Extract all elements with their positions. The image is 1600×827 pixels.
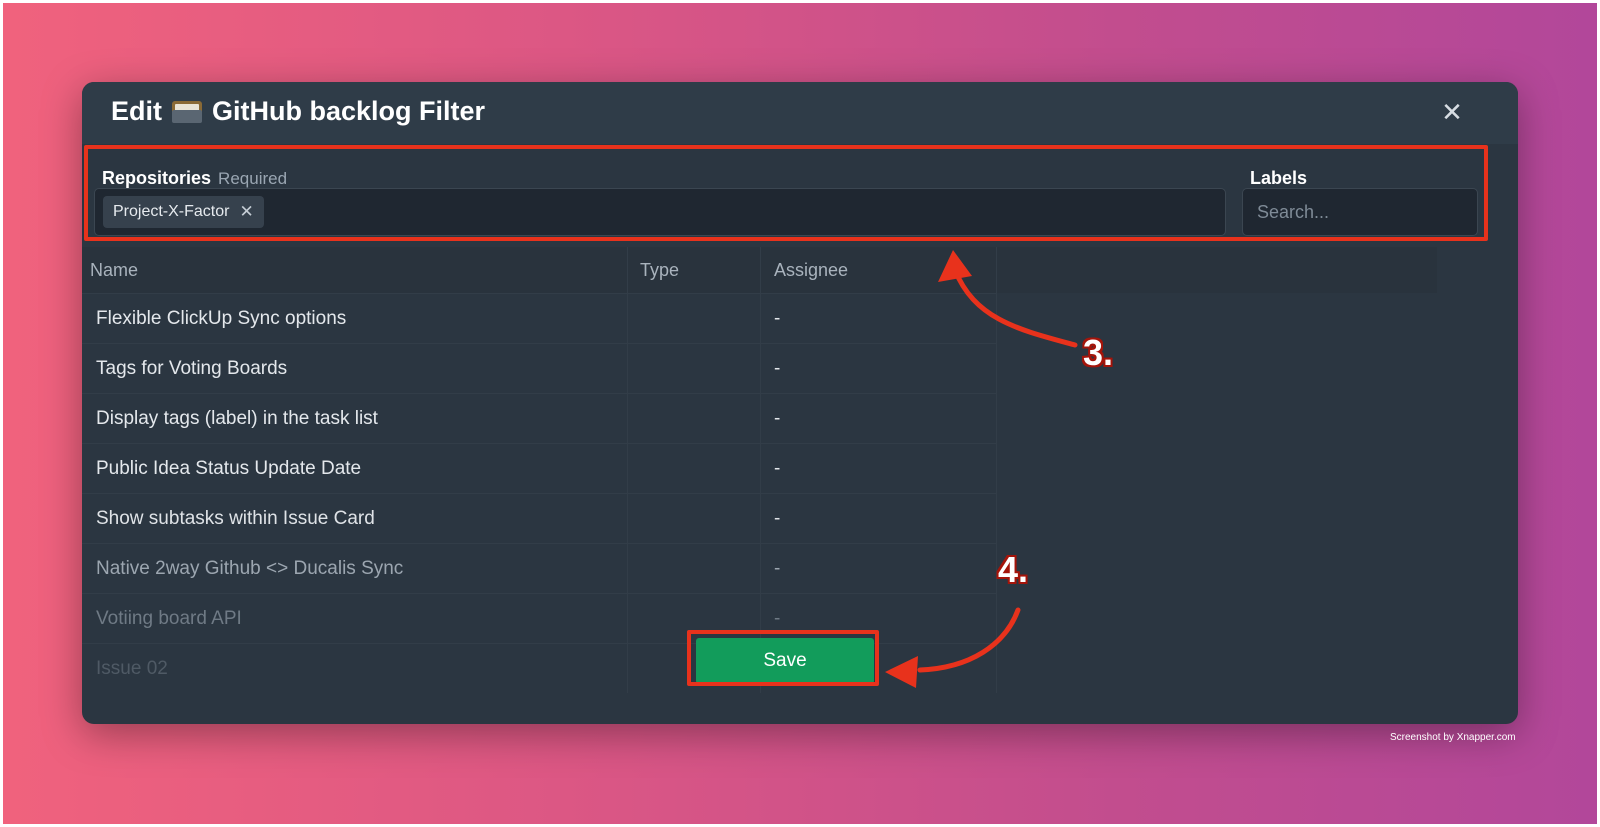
labels-search-input[interactable] bbox=[1242, 188, 1478, 236]
table-row[interactable]: Public Idea Status Update Date - bbox=[82, 443, 997, 493]
labels-label: Labels bbox=[1250, 168, 1308, 188]
repositories-label-text: Repositories bbox=[102, 168, 212, 188]
table-row[interactable]: Show subtasks within Issue Card - bbox=[82, 493, 997, 543]
column-header-type[interactable]: Type bbox=[640, 247, 679, 293]
row-assignee: - bbox=[774, 608, 781, 629]
table-row[interactable]: Tags for Voting Boards - bbox=[82, 343, 997, 393]
table-row[interactable]: Votiing board API - bbox=[82, 593, 997, 643]
required-indicator: Required bbox=[218, 169, 288, 188]
filter-fields: Repositories Required Project-X-Factor ✕… bbox=[82, 144, 1518, 254]
row-name: Tags for Voting Boards bbox=[96, 358, 288, 379]
save-button[interactable]: Save bbox=[696, 638, 874, 684]
table-row[interactable]: Flexible ClickUp Sync options - bbox=[82, 293, 997, 343]
row-name: Public Idea Status Update Date bbox=[96, 458, 362, 479]
row-assignee: - bbox=[774, 508, 781, 529]
file-cabinet-icon bbox=[172, 100, 202, 123]
remove-chip-icon[interactable]: ✕ bbox=[239, 202, 253, 222]
edit-filter-modal: Edit GitHub backlog Filter ✕ Repositorie… bbox=[82, 82, 1518, 724]
annotation-step-4: 4. bbox=[998, 549, 1029, 590]
row-assignee: - bbox=[774, 458, 781, 479]
repositories-select[interactable]: Project-X-Factor ✕ bbox=[94, 188, 1226, 236]
close-icon: ✕ bbox=[1441, 97, 1463, 127]
column-header-name[interactable]: Name bbox=[90, 247, 138, 293]
row-assignee: - bbox=[774, 358, 781, 379]
annotation-step-3: 3. bbox=[1083, 332, 1114, 373]
repositories-label: Repositories Required bbox=[102, 168, 287, 189]
close-button[interactable]: ✕ bbox=[1436, 96, 1468, 128]
modal-title-prefix: Edit bbox=[111, 96, 162, 126]
row-name: Votiing board API bbox=[96, 608, 242, 629]
row-name: Native 2way Github <> Ducalis Sync bbox=[96, 558, 404, 579]
screenshot-credit: Screenshot by Xnapper.com bbox=[1390, 732, 1516, 743]
modal-header: Edit GitHub backlog Filter ✕ bbox=[82, 82, 1518, 144]
row-name: Flexible ClickUp Sync options bbox=[96, 308, 347, 329]
table-row[interactable]: Display tags (label) in the task list - bbox=[82, 393, 997, 443]
row-assignee: - bbox=[774, 408, 781, 429]
row-assignee: - bbox=[774, 308, 781, 329]
row-name: Show subtasks within Issue Card bbox=[96, 508, 375, 529]
modal-title-text: GitHub backlog Filter bbox=[212, 96, 486, 126]
modal-title: Edit GitHub backlog Filter bbox=[111, 96, 485, 127]
row-name: Display tags (label) in the task list bbox=[96, 408, 378, 429]
column-header-assignee[interactable]: Assignee bbox=[774, 247, 848, 293]
row-assignee: - bbox=[774, 558, 781, 579]
repository-chip-label: Project-X-Factor bbox=[113, 203, 230, 220]
row-name: Issue 02 bbox=[96, 658, 168, 679]
table-row[interactable]: Native 2way Github <> Ducalis Sync - bbox=[82, 543, 997, 593]
repository-chip: Project-X-Factor ✕ bbox=[103, 196, 264, 228]
